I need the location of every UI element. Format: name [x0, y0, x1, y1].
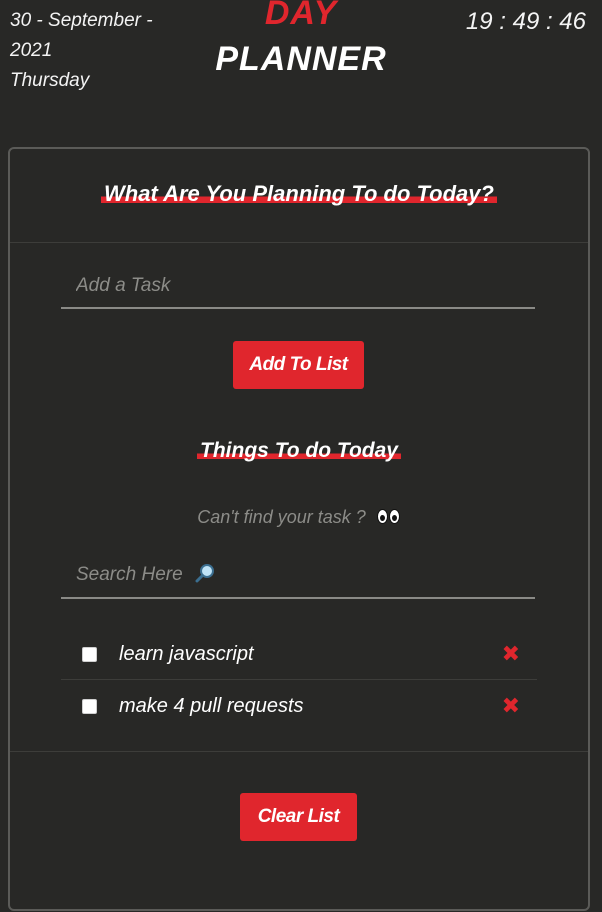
search-field — [61, 553, 535, 599]
card-heading-text: What Are You Planning To do Today? — [101, 181, 497, 206]
app-title-planner: PLANNER — [215, 40, 387, 78]
list-heading: Things To do Today — [10, 439, 588, 463]
add-to-list-button[interactable]: Add To List — [233, 341, 364, 389]
todo-text: learn javascript — [119, 642, 254, 665]
todo-item: learn javascript ✖ — [61, 629, 537, 680]
card-header: What Are You Planning To do Today? — [10, 149, 588, 243]
card-heading: What Are You Planning To do Today? — [10, 181, 588, 207]
clock-display: 19 : 49 : 46 — [465, 8, 586, 35]
todo-checkbox[interactable] — [82, 698, 97, 714]
todo-checkbox[interactable] — [82, 646, 97, 662]
planner-card: What Are You Planning To do Today? Add T… — [8, 147, 590, 911]
eyes-icon — [376, 508, 401, 529]
card-footer: Clear List — [10, 751, 588, 912]
magnifier-icon — [195, 564, 214, 583]
remove-todo-icon[interactable]: ✖ — [502, 642, 520, 667]
todo-text: make 4 pull requests — [119, 694, 304, 717]
clear-list-button[interactable]: Clear List — [240, 793, 357, 841]
search-input[interactable] — [61, 553, 535, 599]
list-heading-text: Things To do Today — [197, 439, 401, 462]
search-hint-text: Can't find your task ? — [197, 507, 366, 527]
search-hint: Can't find your task ? — [10, 507, 588, 529]
todo-item: make 4 pull requests ✖ — [61, 681, 537, 731]
remove-todo-icon[interactable]: ✖ — [502, 694, 520, 719]
add-task-input[interactable] — [61, 265, 535, 309]
